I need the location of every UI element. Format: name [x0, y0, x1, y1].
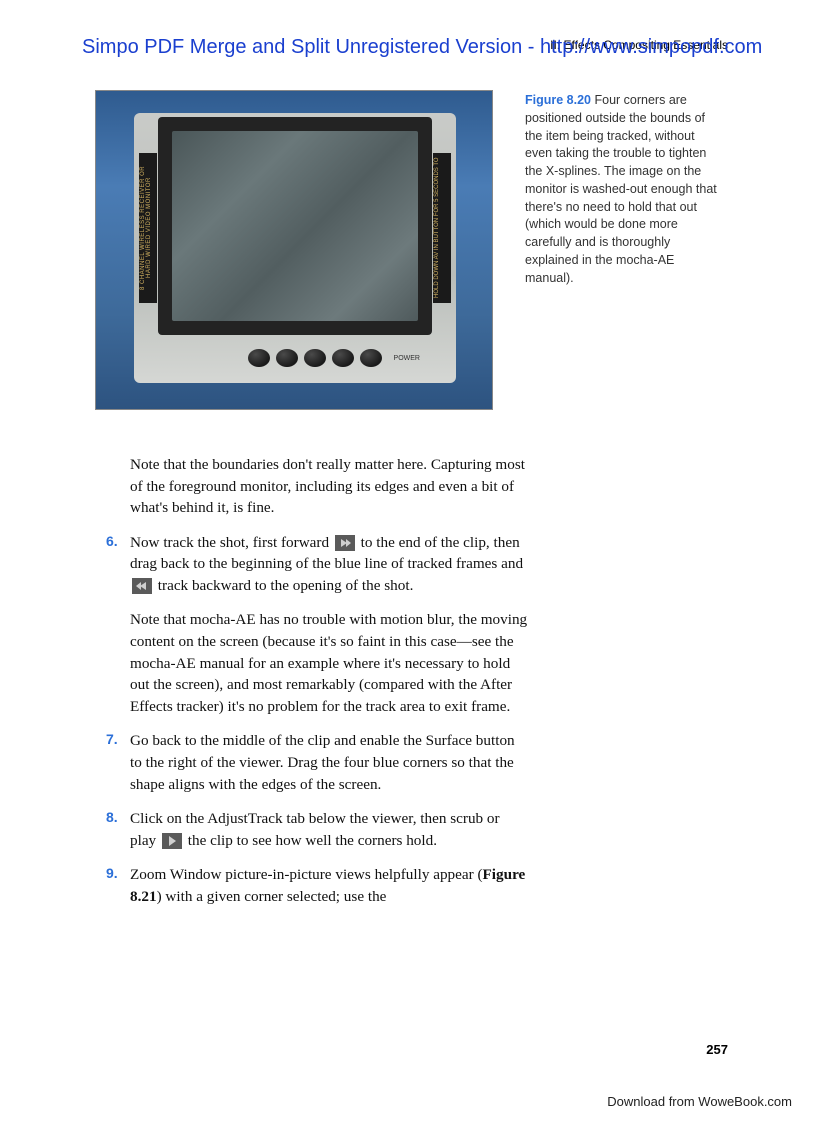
step-8: 8. Click on the AdjustTrack tab below th… — [108, 808, 528, 851]
screen-bezel — [158, 117, 432, 335]
power-label: POWER — [394, 355, 420, 362]
step-6: 6. Now track the shot, first forward to … — [108, 532, 528, 597]
knob-icon — [276, 349, 298, 367]
step-text: the clip to see how well the corners hol… — [184, 832, 437, 849]
paragraph: Note that mocha-AE has no trouble with m… — [108, 609, 528, 717]
page-number: 257 — [706, 1042, 728, 1057]
figure-8-20-image: 8 CHANNEL WIRELESS RECEIVER OR HARD WIRE… — [95, 90, 493, 410]
figure-caption: Figure 8.20 Four corners are positioned … — [525, 92, 723, 287]
monitor-controls: POWER — [158, 341, 432, 375]
step-text: track backward to the opening of the sho… — [154, 577, 413, 594]
track-backward-icon — [132, 578, 152, 594]
knob-icon — [248, 349, 270, 367]
step-text: ) with a given corner selected; use the — [157, 888, 387, 905]
watermark-text: Simpo PDF Merge and Split Unregistered V… — [82, 36, 776, 59]
step-number: 7. — [106, 730, 118, 750]
knob-icon — [304, 349, 326, 367]
screen-glass — [172, 131, 418, 321]
caption-text: Four corners are positioned outside the … — [525, 93, 717, 285]
step-text: Now track the shot, first forward — [130, 534, 333, 551]
footer-text: Download from WoweBook.com — [607, 1094, 792, 1109]
step-number: 6. — [106, 532, 118, 552]
step-9: 9. Zoom Window picture-in-picture views … — [108, 864, 528, 907]
knob-icon — [360, 349, 382, 367]
body-content: Note that the boundaries don't really ma… — [108, 454, 528, 920]
paragraph: Note that the boundaries don't really ma… — [108, 454, 528, 519]
step-7: 7. Go back to the middle of the clip and… — [108, 730, 528, 795]
figure-label: Figure 8.20 — [525, 93, 591, 107]
step-number: 9. — [106, 864, 118, 884]
monitor-right-label: HOLD DOWN AV IN BUTTON FOR 5 SECONDS TO — [433, 153, 451, 303]
step-number: 8. — [106, 808, 118, 828]
crt-monitor: 8 CHANNEL WIRELESS RECEIVER OR HARD WIRE… — [134, 113, 456, 383]
knob-icon — [332, 349, 354, 367]
step-text: Go back to the middle of the clip and en… — [130, 732, 515, 792]
track-forward-icon — [335, 535, 355, 551]
step-text: Zoom Window picture-in-picture views hel… — [130, 866, 483, 883]
play-icon — [162, 833, 182, 849]
monitor-left-label: 8 CHANNEL WIRELESS RECEIVER OR HARD WIRE… — [139, 153, 157, 303]
